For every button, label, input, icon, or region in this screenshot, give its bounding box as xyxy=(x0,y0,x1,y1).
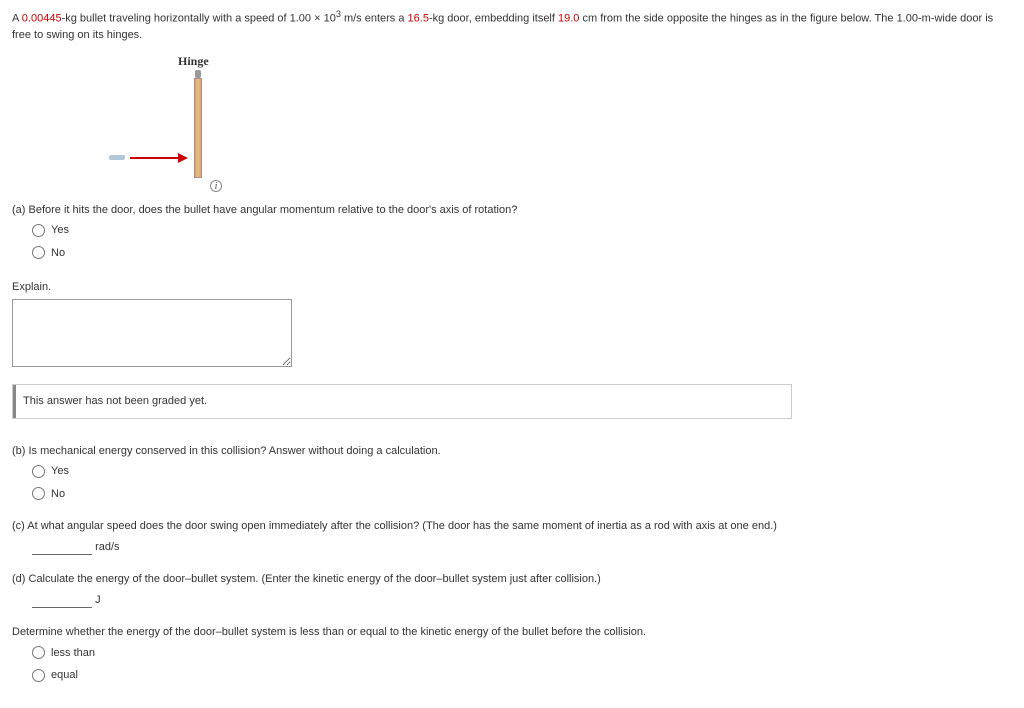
label-yes: Yes xyxy=(51,463,69,480)
radio-qa-yes[interactable] xyxy=(32,224,45,237)
question-c: (c) At what angular speed does the door … xyxy=(12,518,1012,555)
question-e-text: Determine whether the energy of the door… xyxy=(12,624,1012,641)
question-e: Determine whether the energy of the door… xyxy=(12,624,1012,684)
radio-qe-equal[interactable] xyxy=(32,669,45,682)
question-c-text: (c) At what angular speed does the door … xyxy=(12,518,1012,535)
radio-qb-yes[interactable] xyxy=(32,465,45,478)
explain-label: Explain. xyxy=(12,279,1012,296)
hinge-label: Hinge xyxy=(178,52,209,70)
value-distance: 19.0 xyxy=(558,13,579,25)
radio-qb-no[interactable] xyxy=(32,487,45,500)
info-icon[interactable]: i xyxy=(210,180,222,192)
label-less-than: less than xyxy=(51,645,95,662)
label-yes: Yes xyxy=(51,222,69,239)
value-bullet-mass: 0.00445 xyxy=(22,13,62,25)
problem-statement: A 0.00445-kg bullet traveling horizontal… xyxy=(12,8,1012,44)
explain-textarea[interactable] xyxy=(12,299,292,367)
question-d-text: (d) Calculate the energy of the door–bul… xyxy=(12,571,1012,588)
question-b-text: (b) Is mechanical energy conserved in th… xyxy=(12,443,1012,460)
question-a: (a) Before it hits the door, does the bu… xyxy=(12,202,1012,262)
radio-qa-no[interactable] xyxy=(32,246,45,259)
label-no: No xyxy=(51,486,65,503)
figure-door-bullet: Hinge i xyxy=(32,52,272,192)
label-no: No xyxy=(51,245,65,262)
input-energy[interactable] xyxy=(32,593,92,608)
question-b: (b) Is mechanical energy conserved in th… xyxy=(12,443,1012,503)
question-a-text: (a) Before it hits the door, does the bu… xyxy=(12,202,1012,219)
input-angular-speed[interactable] xyxy=(32,540,92,555)
unit-joules: J xyxy=(95,594,101,606)
grading-status: This answer has not been graded yet. xyxy=(12,384,792,419)
door-shape xyxy=(194,78,202,178)
bullet-shape xyxy=(109,155,125,160)
hinge-icon xyxy=(195,70,201,78)
value-door-mass: 16.5 xyxy=(408,13,429,25)
unit-rads: rad/s xyxy=(95,541,119,553)
radio-qe-less[interactable] xyxy=(32,646,45,659)
label-equal: equal xyxy=(51,667,78,684)
question-d: (d) Calculate the energy of the door–bul… xyxy=(12,571,1012,608)
